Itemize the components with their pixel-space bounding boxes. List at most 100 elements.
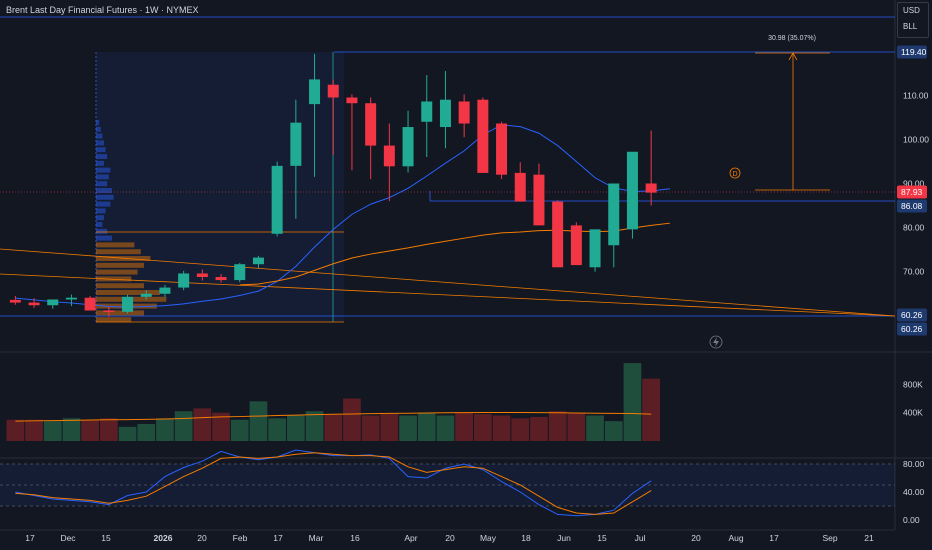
candle-body xyxy=(196,273,208,277)
volume-bar xyxy=(511,418,530,441)
candle-body xyxy=(402,127,414,167)
price-tick-label: 100.00 xyxy=(903,134,929,144)
x-tick-label: 17 xyxy=(273,533,283,543)
currency-unit[interactable]: USD xyxy=(898,3,928,19)
volume-bar xyxy=(492,415,511,441)
volume-profile-bar xyxy=(96,154,108,159)
x-tick-label: 20 xyxy=(445,533,455,543)
price-tag-bottom: 60.26 xyxy=(901,324,923,334)
oscillator-tick-label: 40.00 xyxy=(903,487,925,497)
candle-body xyxy=(346,97,358,104)
price-tag-bottom: 60.26 xyxy=(901,310,923,320)
measure-label: 30.98 (35.07%) xyxy=(768,35,816,42)
candle-body xyxy=(47,299,59,306)
candle-body xyxy=(496,123,508,175)
volume-bar xyxy=(474,414,492,441)
price-tag-top: 119.40 xyxy=(901,47,927,57)
volume-bar xyxy=(567,412,586,441)
candle-body xyxy=(552,201,564,268)
oscillator-tick-label: 0.00 xyxy=(903,515,920,525)
volume-profile-bar xyxy=(96,160,104,166)
x-tick-label: 2026 xyxy=(154,533,173,543)
volume-bar xyxy=(100,418,118,441)
volume-bar xyxy=(586,415,604,441)
price-tick-label: 70.00 xyxy=(903,267,925,277)
x-tick-label: Sep xyxy=(822,533,837,543)
oscillator-tick-label: 80.00 xyxy=(903,459,925,469)
unit-selector[interactable]: USD BLL xyxy=(897,2,929,38)
volume-tick-label: 400K xyxy=(903,408,923,418)
volume-profile-bar xyxy=(96,249,141,255)
candle-body xyxy=(271,165,283,234)
x-tick-label: 17 xyxy=(769,533,779,543)
volume-bar xyxy=(548,411,567,441)
x-tick-label: Dec xyxy=(60,533,76,543)
volume-profile-bar xyxy=(96,262,144,268)
price-tag-box-low: 86.08 xyxy=(901,201,923,211)
volume-profile-bar xyxy=(96,283,144,289)
x-tick-label: Aug xyxy=(728,533,743,543)
volume-profile-bar xyxy=(96,317,132,323)
volume-bar xyxy=(174,411,193,441)
price-tick-label: 110.00 xyxy=(903,90,929,100)
candle-body xyxy=(159,287,171,294)
volume-bar xyxy=(399,415,417,441)
volume-profile-bar xyxy=(96,147,106,153)
volume-profile-bar xyxy=(96,174,109,180)
candle-body xyxy=(589,229,601,268)
volume-bar xyxy=(305,411,324,441)
volume-profile-bar xyxy=(96,133,103,139)
volume-profile-bar xyxy=(96,269,138,275)
volume-bar xyxy=(268,418,286,441)
chart-canvas[interactable]: 30.98 (35.07%)D70.0080.0090.00100.00110.… xyxy=(0,0,932,550)
volume-bar xyxy=(417,412,436,441)
candle-body xyxy=(514,172,526,202)
volume-profile-bar xyxy=(96,181,108,187)
volume-bar xyxy=(324,414,343,441)
candle-body xyxy=(365,103,377,146)
x-tick-label: Jun xyxy=(557,533,571,543)
candle-body xyxy=(140,293,152,297)
volume-bar xyxy=(193,408,212,441)
candle-body xyxy=(178,273,190,288)
volume-profile-range xyxy=(96,52,344,322)
volume-bar xyxy=(25,419,43,441)
volume-unit[interactable]: BLL xyxy=(898,19,928,35)
volume-profile-bar xyxy=(96,228,108,234)
volume-bar xyxy=(43,421,62,441)
candle-body xyxy=(421,101,433,122)
volume-bar xyxy=(118,426,137,441)
candle-body xyxy=(477,99,489,173)
volume-profile-bar xyxy=(96,126,101,132)
x-tick-label: 16 xyxy=(350,533,360,543)
volume-profile-bar xyxy=(96,188,112,193)
candle-body xyxy=(9,299,21,303)
volume-bar xyxy=(81,419,99,441)
x-tick-label: May xyxy=(480,533,497,543)
volume-profile-bar xyxy=(96,120,100,125)
volume-bar xyxy=(642,378,660,441)
x-tick-label: Feb xyxy=(233,533,248,543)
candle-body xyxy=(626,151,638,230)
volume-bar xyxy=(380,414,399,441)
candle-body xyxy=(383,145,395,167)
volume-bar xyxy=(230,419,249,441)
x-tick-label: 15 xyxy=(597,533,607,543)
candle-body xyxy=(290,122,302,166)
volume-profile-bar xyxy=(96,201,111,207)
volume-tick-label: 800K xyxy=(903,379,923,389)
volume-bar xyxy=(623,363,642,441)
candle-body xyxy=(570,225,582,266)
volume-bar xyxy=(455,412,473,441)
volume-bar xyxy=(604,421,623,441)
x-tick-label: 20 xyxy=(691,533,701,543)
x-tick-label: 18 xyxy=(521,533,531,543)
volume-bar xyxy=(530,416,548,441)
volume-bar xyxy=(436,415,455,441)
x-tick-label: 17 xyxy=(25,533,35,543)
candle-body xyxy=(309,79,321,105)
volume-profile-bar xyxy=(96,194,114,200)
volume-profile-bar xyxy=(96,208,106,214)
candle-body xyxy=(533,174,545,226)
volume-bar xyxy=(62,418,81,441)
